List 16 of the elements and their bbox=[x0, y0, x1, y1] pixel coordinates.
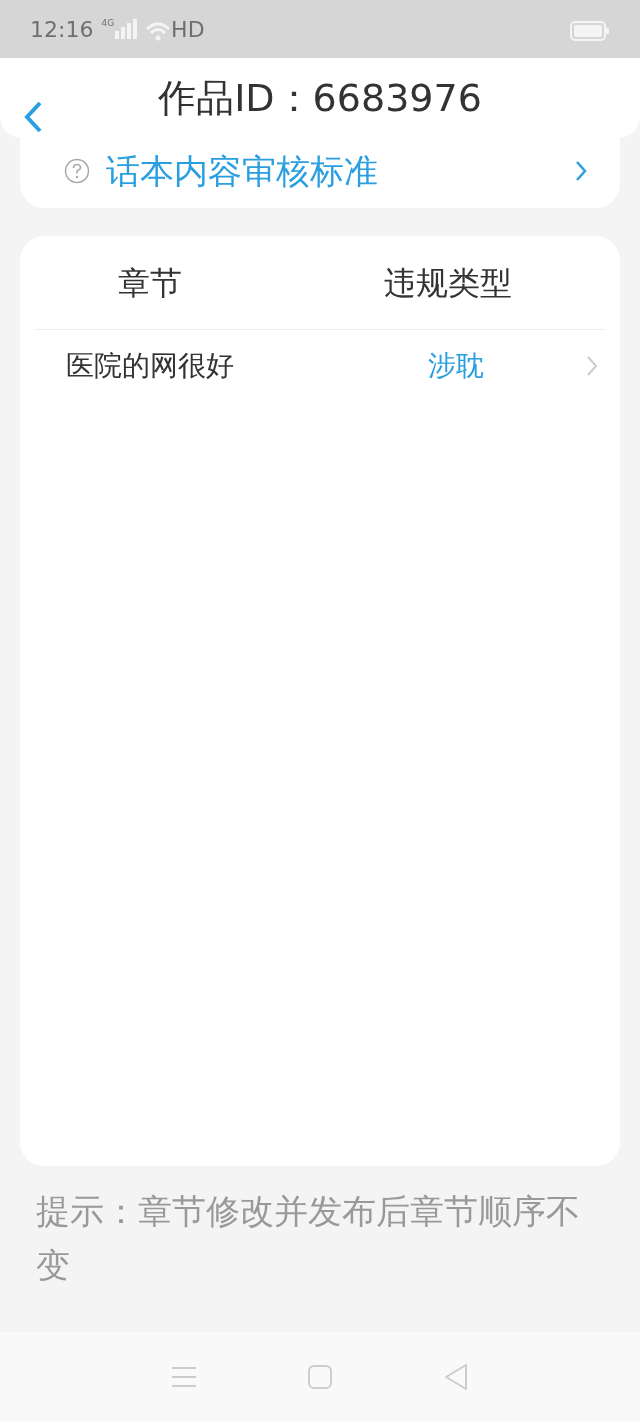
chevron-icon bbox=[586, 355, 598, 377]
status-time: 12:16 bbox=[30, 15, 94, 44]
chevron-icon bbox=[574, 160, 588, 182]
back-icon[interactable] bbox=[443, 1363, 469, 1391]
menu-icon[interactable] bbox=[171, 1365, 197, 1389]
table-row[interactable]: 医院的网很好 涉耽 bbox=[20, 330, 620, 402]
wifi-label: HD bbox=[171, 15, 205, 44]
page-title: 作品ID：6683976 bbox=[158, 74, 482, 122]
violation-type: 涉耽 bbox=[428, 348, 484, 384]
column-header: 章节 bbox=[117, 262, 183, 304]
link-label: 话本内容审核标准 bbox=[106, 149, 378, 193]
home-icon[interactable] bbox=[307, 1364, 333, 1390]
help-icon bbox=[64, 158, 90, 184]
column-header: 违规类型 bbox=[383, 262, 512, 304]
tip-text: 提示：章节修改并发布后章节顺序不变 bbox=[35, 1190, 581, 1288]
chapter-name: 医院的网很好 bbox=[66, 348, 235, 384]
